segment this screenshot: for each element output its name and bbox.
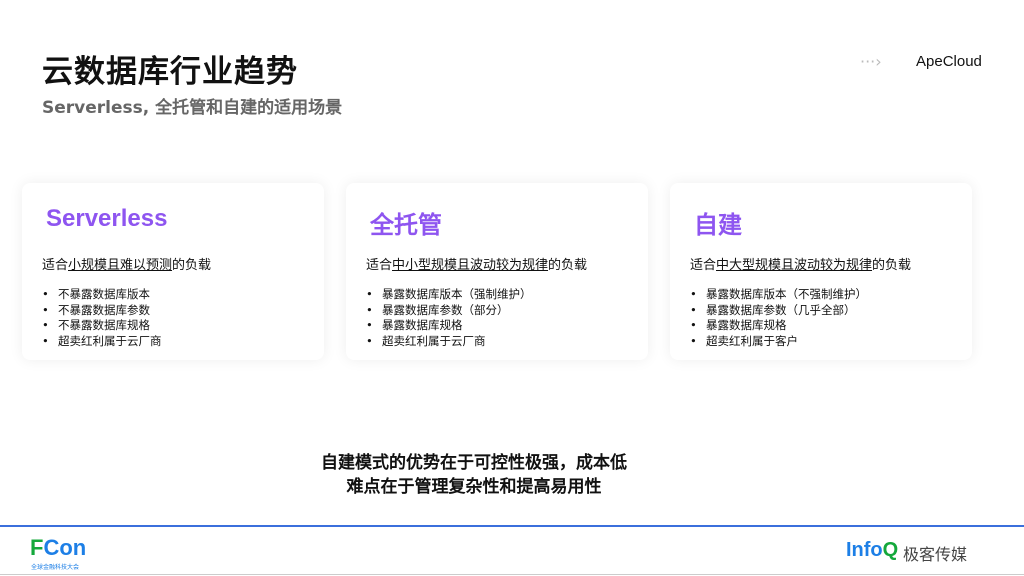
page-subtitle: Serverless, 全托管和自建的适用场景 — [42, 98, 343, 118]
list-item: 超卖红利属于客户 — [690, 334, 867, 350]
infoq-logo: InfoQ — [846, 539, 899, 561]
card-description: 适合中大型规模且波动较为规律的负载 — [690, 258, 912, 273]
card-title: 全托管 — [370, 212, 442, 239]
footer: FCon 全球金融科技大会 InfoQ 极客传媒 — [0, 525, 1024, 575]
card-self-hosted: 自建 适合中大型规模且波动较为规律的负载 暴露数据库版本（不强制维护） 暴露数据… — [670, 183, 972, 360]
dotted-arrow-icon: ···› — [860, 52, 882, 71]
list-item: 暴露数据库版本（强制维护） — [366, 287, 532, 303]
list-item: 不暴露数据库版本 — [42, 287, 162, 303]
card-title: 自建 — [694, 212, 742, 239]
card-managed: 全托管 适合中小型规模且波动较为规律的负载 暴露数据库版本（强制维护） 暴露数据… — [346, 183, 648, 360]
card-list: 不暴露数据库版本 不暴露数据库参数 不暴露数据库规格 超卖红利属于云厂商 — [42, 287, 162, 349]
list-item: 暴露数据库规格 — [690, 318, 867, 334]
list-item: 暴露数据库参数（几乎全部） — [690, 303, 867, 319]
infoq-chinese-name: 极客传媒 — [903, 545, 968, 564]
list-item: 暴露数据库参数（部分） — [366, 303, 532, 319]
card-description: 适合中小型规模且波动较为规律的负载 — [366, 258, 588, 273]
brand-name: ApeCloud — [916, 53, 982, 70]
page-title: 云数据库行业趋势 — [42, 54, 298, 90]
card-list: 暴露数据库版本（不强制维护） 暴露数据库参数（几乎全部） 暴露数据库规格 超卖红… — [690, 287, 867, 349]
fcon-logo: FCon — [30, 535, 87, 560]
card-serverless: Serverless 适合小规模且难以预测的负载 不暴露数据库版本 不暴露数据库… — [22, 183, 324, 360]
list-item: 暴露数据库规格 — [366, 318, 532, 334]
summary-note: 自建模式的优势在于可控性极强，成本低 难点在于管理复杂性和提高易用性 — [321, 453, 627, 497]
list-item: 超卖红利属于云厂商 — [366, 334, 532, 350]
card-list: 暴露数据库版本（强制维护） 暴露数据库参数（部分） 暴露数据库规格 超卖红利属于… — [366, 287, 532, 349]
list-item: 超卖红利属于云厂商 — [42, 334, 162, 350]
fcon-subtitle: 全球金融科技大会 — [31, 564, 80, 571]
card-description: 适合小规模且难以预测的负载 — [42, 258, 212, 273]
list-item: 暴露数据库版本（不强制维护） — [690, 287, 867, 303]
card-title: Serverless — [46, 205, 168, 232]
list-item: 不暴露数据库参数 — [42, 303, 162, 319]
list-item: 不暴露数据库规格 — [42, 318, 162, 334]
